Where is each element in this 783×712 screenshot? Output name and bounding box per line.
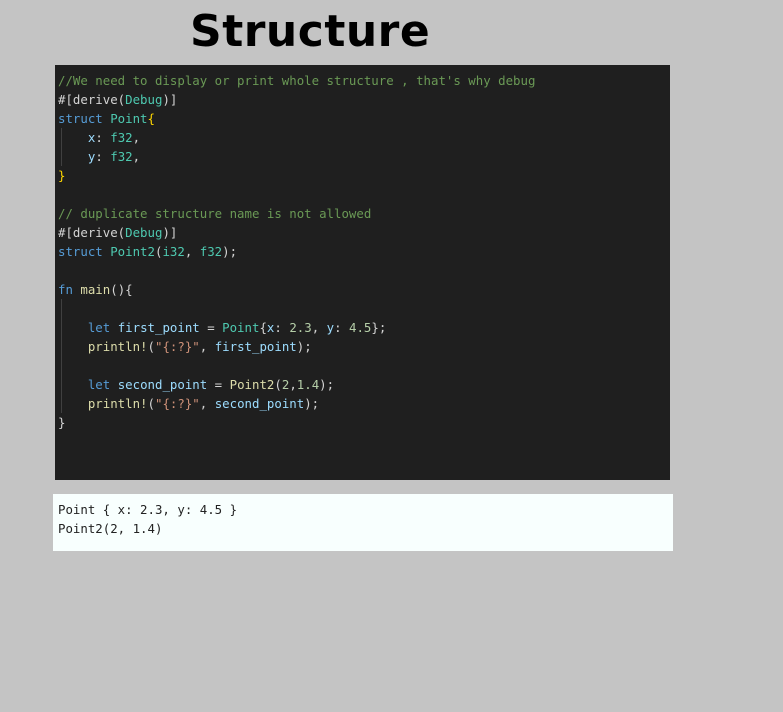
code-punctuation: :	[334, 320, 350, 335]
code-line: }	[58, 413, 670, 432]
code-identifier: second_point	[214, 396, 305, 411]
code-punctuation: );	[296, 339, 312, 354]
code-number: 1.4	[296, 377, 320, 392]
code-punctuation: ,	[132, 130, 141, 145]
code-line	[58, 299, 670, 318]
code-line: //We need to display or print whole stru…	[58, 71, 670, 90]
code-line: struct Point{	[58, 109, 670, 128]
indent-guide	[61, 375, 62, 394]
code-punctuation: (){	[110, 282, 133, 297]
code-punctuation: );	[222, 244, 238, 259]
page-title: Structure	[190, 6, 431, 57]
code-number: 4.5	[349, 320, 372, 335]
code-line: println!("{:?}", first_point);	[58, 337, 670, 356]
code-type: Point	[222, 320, 260, 335]
code-punctuation	[58, 377, 88, 392]
output-block: Point { x: 2.3, y: 4.5 } Point2(2, 1.4)	[53, 494, 673, 551]
code-keyword: let	[87, 377, 118, 392]
code-line: #[derive(Debug)]	[58, 90, 670, 109]
code-identifier: second_point	[117, 377, 208, 392]
code-function: println!	[87, 396, 148, 411]
code-function: println!	[87, 339, 148, 354]
code-line: let first_point = Point{x: 2.3, y: 4.5};	[58, 318, 670, 337]
code-punctuation: );	[319, 377, 335, 392]
code-punctuation: :	[95, 149, 111, 164]
code-punctuation: {	[259, 320, 267, 335]
code-block[interactable]: //We need to display or print whole stru…	[55, 65, 670, 480]
code-type: Debug	[125, 225, 163, 240]
code-punctuation: #[derive(	[58, 225, 126, 240]
code-keyword: struct	[58, 111, 111, 126]
code-line: struct Point2(i32, f32);	[58, 242, 670, 261]
code-punctuation: ,	[199, 339, 215, 354]
code-keyword: struct	[58, 244, 111, 259]
code-punctuation	[58, 320, 88, 335]
code-punctuation	[58, 130, 88, 145]
code-string: "{:?}"	[155, 396, 200, 411]
indent-guide	[61, 128, 62, 147]
code-comment: // duplicate structure name is not allow…	[58, 206, 372, 221]
code-punctuation: =	[207, 377, 230, 392]
code-punctuation: )]	[162, 92, 178, 107]
code-type: f32	[199, 244, 223, 259]
code-punctuation: ,	[184, 244, 200, 259]
code-comment: //We need to display or print whole stru…	[58, 73, 536, 88]
code-line: }	[58, 166, 670, 185]
code-line: // duplicate structure name is not allow…	[58, 204, 670, 223]
code-punctuation: )]	[162, 225, 178, 240]
code-punctuation: ,	[311, 320, 327, 335]
code-punctuation: }	[58, 415, 66, 430]
code-type: Point2	[110, 244, 155, 259]
output-line: Point2(2, 1.4)	[58, 521, 163, 536]
code-keyword: fn	[58, 282, 81, 297]
code-identifier: first_point	[117, 320, 200, 335]
code-type: Point	[110, 111, 148, 126]
code-type: i32	[162, 244, 185, 259]
code-identifier: first_point	[214, 339, 297, 354]
indent-guide	[61, 356, 62, 375]
code-punctuation: :	[95, 130, 111, 145]
code-line: #[derive(Debug)]	[58, 223, 670, 242]
code-punctuation: ,	[199, 396, 215, 411]
indent-guide	[61, 318, 62, 337]
code-string: "{:?}"	[155, 339, 200, 354]
code-punctuation: :	[274, 320, 290, 335]
indent-guide	[61, 147, 62, 166]
code-type: Debug	[125, 92, 163, 107]
code-brace: }	[58, 168, 66, 183]
code-brace: {	[147, 111, 155, 126]
code-line: let second_point = Point2(2,1.4);	[58, 375, 670, 394]
code-type: f32	[110, 149, 133, 164]
code-function: Point2	[229, 377, 275, 392]
code-punctuation: #[derive(	[58, 92, 126, 107]
code-function: main	[80, 282, 111, 297]
code-punctuation: (	[147, 339, 155, 354]
indent-guide	[61, 337, 62, 356]
code-type: f32	[110, 130, 133, 145]
code-punctuation: (	[274, 377, 282, 392]
code-line: x: f32,	[58, 128, 670, 147]
indent-guide	[61, 299, 62, 318]
code-line: fn main(){	[58, 280, 670, 299]
code-identifier: y	[326, 320, 335, 335]
output-line: Point { x: 2.3, y: 4.5 }	[58, 502, 238, 517]
code-punctuation	[58, 396, 88, 411]
code-number: 2.3	[289, 320, 312, 335]
code-punctuation	[58, 339, 88, 354]
code-punctuation	[58, 149, 88, 164]
code-punctuation: =	[199, 320, 223, 335]
code-keyword: let	[87, 320, 118, 335]
code-punctuation: };	[371, 320, 387, 335]
code-punctuation: (	[147, 396, 155, 411]
code-punctuation: ,	[289, 377, 297, 392]
indent-guide	[61, 394, 62, 413]
code-line: y: f32,	[58, 147, 670, 166]
code-punctuation: );	[304, 396, 320, 411]
code-line: println!("{:?}", second_point);	[58, 394, 670, 413]
code-line	[58, 356, 670, 375]
code-punctuation: ,	[132, 149, 141, 164]
